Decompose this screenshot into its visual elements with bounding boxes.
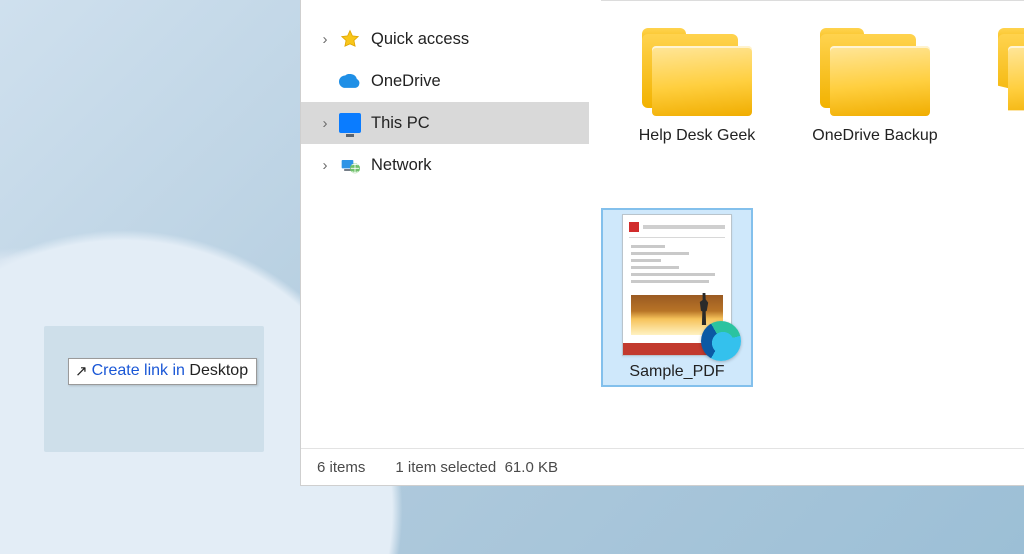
nav-this-pc[interactable]: › This PC — [301, 102, 589, 144]
nav-label: Quick access — [371, 30, 469, 49]
file-list-pane[interactable]: Help Desk Geek OneDrive Backup — [589, 10, 1024, 447]
chevron-right-icon[interactable]: › — [319, 157, 331, 174]
pdf-thumbnail — [622, 214, 732, 356]
status-size: 61.0 KB — [505, 459, 558, 476]
nav-label: This PC — [371, 114, 430, 133]
item-label: OneDrive Backup — [791, 126, 959, 145]
nav-onedrive[interactable]: › OneDrive — [301, 60, 589, 102]
file-explorer-window: › Quick access › OneDrive › This PC › — [300, 0, 1024, 486]
item-label: Help Desk Geek — [613, 126, 781, 145]
nav-network[interactable]: › Network — [301, 144, 589, 186]
navigation-pane: › Quick access › OneDrive › This PC › — [301, 18, 589, 186]
folder-icon — [994, 28, 1024, 120]
edge-icon — [701, 321, 741, 361]
chevron-right-icon[interactable]: › — [319, 31, 331, 48]
drag-tip-action: Create link in — [92, 362, 190, 379]
file-item-selected[interactable]: Sample_PDF — [603, 210, 751, 385]
nav-label: Network — [371, 156, 432, 175]
folder-icon — [638, 28, 756, 120]
drag-tip-target: Desktop — [189, 362, 248, 379]
folder-item[interactable]: Help Desk Geek — [613, 28, 781, 145]
folder-item[interactable] — [969, 28, 1024, 120]
nav-label: OneDrive — [371, 72, 441, 91]
nav-quick-access[interactable]: › Quick access — [301, 18, 589, 60]
item-label: Sample_PDF — [607, 362, 747, 381]
toolbar-separator — [601, 0, 1024, 1]
shortcut-arrow-icon: ↗ — [75, 362, 88, 380]
status-item-count: 6 items — [317, 459, 365, 476]
folder-icon — [816, 28, 934, 120]
star-icon — [339, 28, 361, 50]
chevron-right-icon[interactable]: › — [319, 115, 331, 132]
monitor-icon — [339, 112, 361, 134]
network-icon — [339, 154, 361, 176]
status-selection: 1 item selected — [395, 459, 496, 476]
cloud-icon — [339, 70, 361, 92]
folder-item[interactable]: OneDrive Backup — [791, 28, 959, 145]
desktop-drop-highlight — [44, 326, 264, 452]
status-bar: 6 items 1 item selected 61.0 KB — [301, 448, 1024, 485]
drag-tooltip: ↗ Create link in Desktop — [68, 358, 257, 385]
